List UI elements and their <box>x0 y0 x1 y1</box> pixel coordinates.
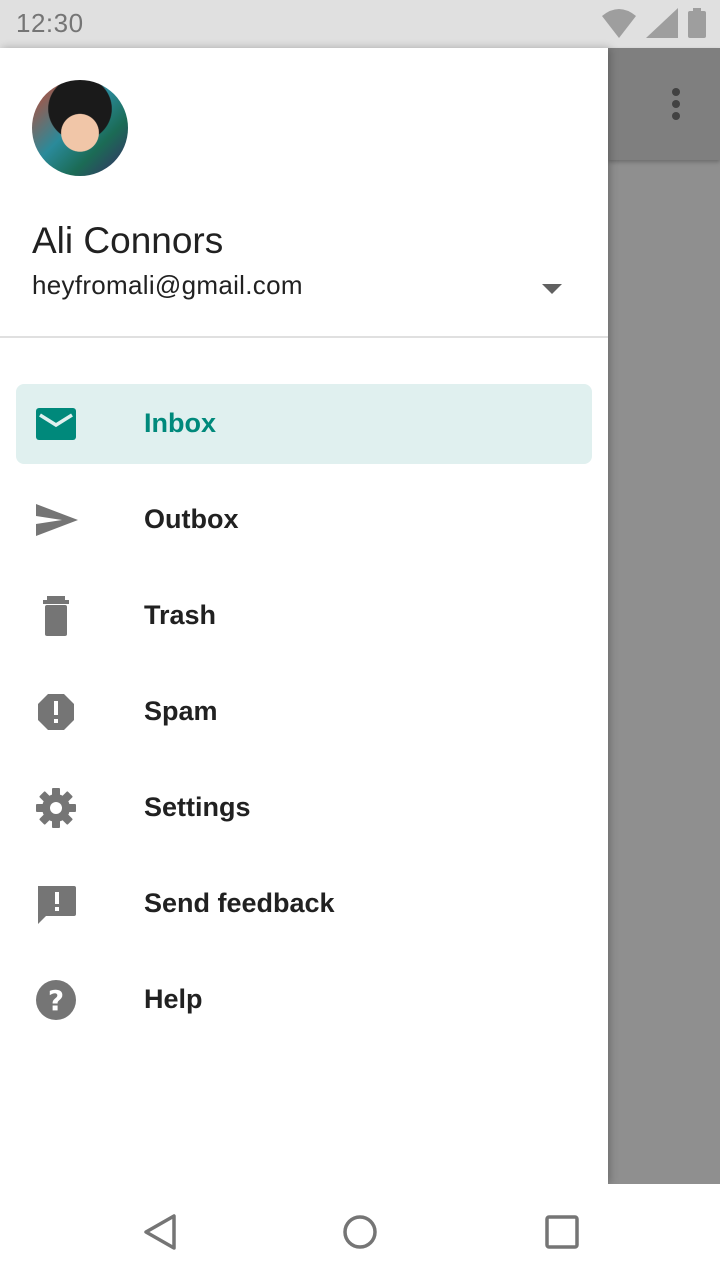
nav-item-outbox[interactable]: Outbox <box>16 480 592 560</box>
status-time: 12:30 <box>16 8 84 38</box>
back-icon[interactable] <box>140 1212 180 1252</box>
user-email: heyfromali@gmail.com <box>32 270 303 300</box>
nav-label: Send feedback <box>144 888 335 918</box>
report-icon <box>38 694 74 730</box>
more-vert-icon[interactable] <box>662 86 690 126</box>
background-app-bar <box>608 48 720 160</box>
user-name: Ali Connors <box>32 220 224 261</box>
svg-text:?: ? <box>48 984 64 1017</box>
nav-item-inbox[interactable]: Inbox <box>16 384 592 464</box>
wifi-icon <box>602 9 636 38</box>
avatar[interactable] <box>32 80 128 176</box>
nav-label: Outbox <box>144 504 239 534</box>
recents-icon[interactable] <box>542 1212 582 1252</box>
nav-label: Trash <box>144 600 217 630</box>
nav-list: Inbox Outbox Trash Spam Settings Send fe… <box>16 384 592 1056</box>
divider <box>0 336 608 338</box>
status-icons <box>602 8 706 38</box>
status-bar: 12:30 <box>0 0 720 48</box>
nav-label: Inbox <box>144 408 216 438</box>
nav-label: Settings <box>144 792 251 822</box>
delete-icon <box>43 596 69 636</box>
help-icon: ? <box>36 980 76 1020</box>
nav-label: Spam <box>144 696 218 726</box>
nav-label: Help <box>144 984 203 1014</box>
nav-item-help[interactable]: ? Help <box>16 960 592 1040</box>
nav-item-send-feedback[interactable]: Send feedback <box>16 864 592 944</box>
home-icon[interactable] <box>340 1212 380 1252</box>
feedback-icon <box>38 886 76 924</box>
battery-icon <box>688 8 706 38</box>
nav-item-spam[interactable]: Spam <box>16 672 592 752</box>
settings-icon <box>36 788 76 828</box>
nav-item-settings[interactable]: Settings <box>16 768 592 848</box>
background-app-scrim[interactable] <box>608 48 720 1184</box>
send-icon <box>36 504 78 536</box>
system-nav-bar <box>0 1184 720 1280</box>
inbox-icon <box>36 408 76 440</box>
arrow-drop-down-icon[interactable] <box>536 276 568 300</box>
navigation-drawer: Ali Connors heyfromali@gmail.com Inbox O… <box>0 48 608 1184</box>
signal-icon <box>646 8 678 38</box>
nav-item-trash[interactable]: Trash <box>16 576 592 656</box>
